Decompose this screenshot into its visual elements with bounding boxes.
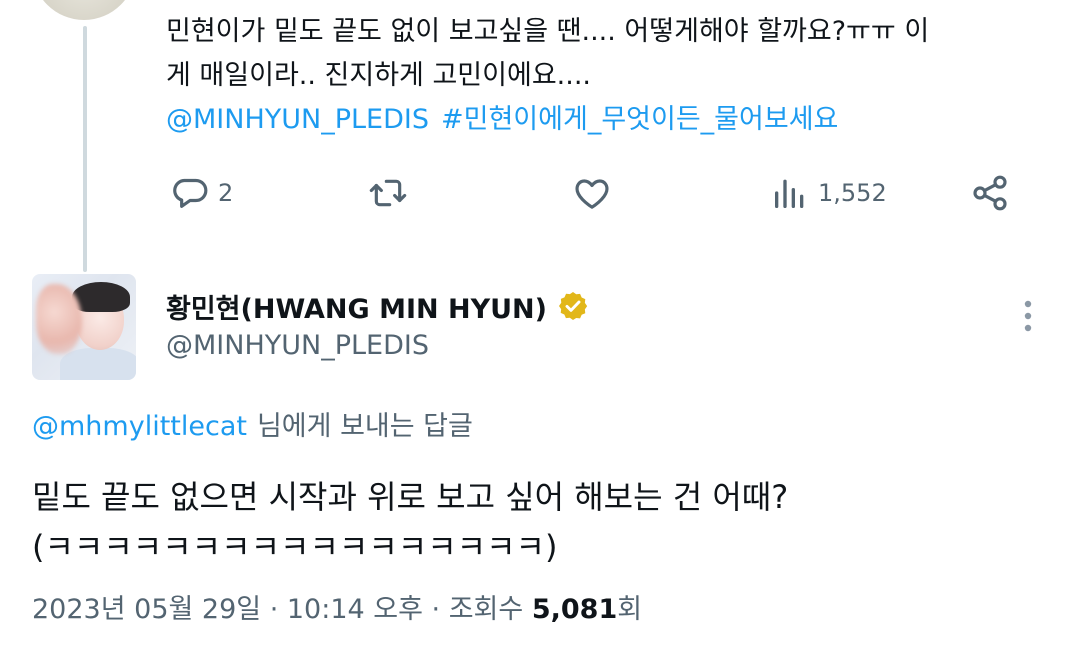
- replying-to: @mhmylittlecat 님에게 보내는 답글: [32, 405, 473, 449]
- verified-badge-icon: [559, 292, 588, 320]
- previous-tweet-line-1: 민현이가 밑도 끝도 없이 보고싶을 땐.... 어떻게해야 할까요?ㅠㅠ 이: [166, 16, 930, 47]
- tweet-views-count: 5,081: [531, 594, 618, 625]
- reply-count: 2: [218, 179, 234, 207]
- like-button[interactable]: [572, 166, 620, 220]
- share-button[interactable]: [970, 166, 1010, 220]
- mention-link[interactable]: @MINHYUN_PLEDIS: [166, 104, 429, 135]
- tweet-date[interactable]: 2023년 05월 29일: [32, 594, 261, 625]
- reply-icon: [173, 178, 208, 208]
- tweet-meta: 2023년 05월 29일 · 10:14 오후 · 조회수 5,081회: [32, 594, 643, 625]
- thread-line: [83, 26, 87, 272]
- views-count: 1,552: [818, 179, 887, 207]
- views-suffix: 회: [617, 594, 643, 625]
- reply-to-handle-link[interactable]: @mhmylittlecat: [32, 411, 247, 442]
- previous-tweet-text: 민현이가 밑도 끝도 없이 보고싶을 땐.... 어떻게해야 할까요?ㅠㅠ 이 …: [166, 10, 1046, 98]
- tweet-time[interactable]: 10:14 오후: [287, 594, 423, 625]
- author-name-row[interactable]: 황민현(HWANG MIN HYUN): [166, 286, 589, 326]
- more-icon[interactable]: [1012, 296, 1044, 336]
- hashtag-link[interactable]: #민현이에게_무엇이든_물어보세요: [441, 104, 838, 135]
- tweet-text: 밑도 끝도 없으면 시작과 위로 보고 싶어 해보는 건 어때? (ㅋㅋㅋㅋㅋㅋ…: [32, 472, 1048, 572]
- previous-tweet-line-2: 게 매일이라.. 진지하게 고민이에요....: [166, 60, 592, 91]
- share-icon: [973, 175, 1007, 211]
- reply-to-suffix: 님에게 보내는 답글: [256, 411, 473, 442]
- avatar-shirt: [60, 348, 136, 380]
- views-button[interactable]: 1,552: [770, 166, 887, 220]
- retweet-button[interactable]: [368, 166, 416, 220]
- tweet-text-line-2: (ㅋㅋㅋㅋㅋㅋㅋㅋㅋㅋㅋㅋㅋㅋㅋㅋㅋ): [32, 528, 558, 566]
- like-icon: [575, 179, 609, 209]
- author-avatar[interactable]: [32, 274, 136, 380]
- previous-tweet-actions: 2 1,552: [166, 166, 1026, 220]
- reply-button[interactable]: 2: [170, 166, 233, 220]
- previous-author-avatar[interactable]: [32, 0, 136, 20]
- views-icon: [775, 179, 804, 208]
- views-label: 조회수: [448, 594, 524, 625]
- retweet-icon: [369, 179, 407, 207]
- author-display-name[interactable]: 황민현(HWANG MIN HYUN): [166, 287, 547, 326]
- previous-tweet-tags: @MINHYUN_PLEDIS #민현이에게_무엇이든_물어보세요: [166, 98, 850, 142]
- tweet-text-line-1: 밑도 끝도 없으면 시작과 위로 보고 싶어 해보는 건 어때?: [32, 478, 789, 516]
- avatar-hair: [72, 282, 130, 312]
- author-handle[interactable]: @MINHYUN_PLEDIS: [166, 326, 429, 366]
